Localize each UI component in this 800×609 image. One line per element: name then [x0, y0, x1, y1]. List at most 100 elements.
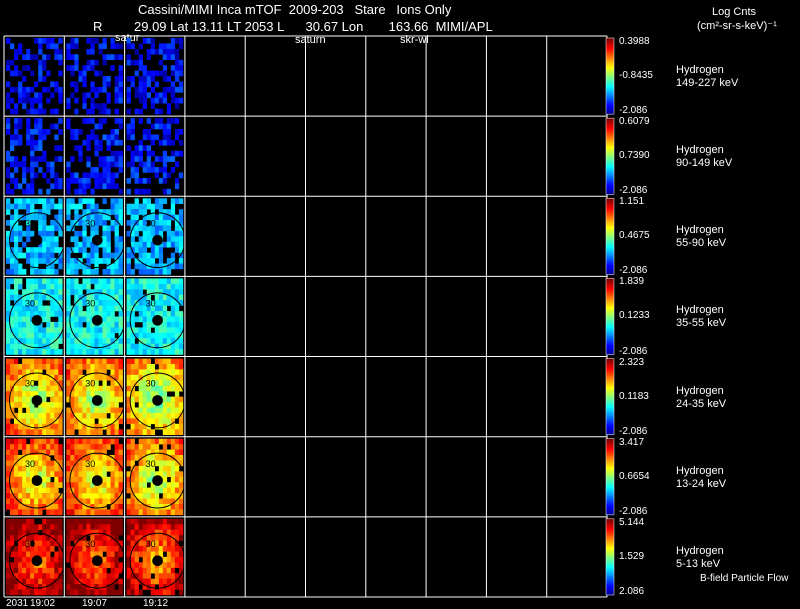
planet-disc — [91, 555, 103, 567]
image-cell-4-2: 30 — [126, 358, 186, 435]
ion-label: Hydrogen 5-13 keV — [676, 545, 724, 571]
colorbar-max: 5.144 — [619, 516, 645, 528]
ion-species: Hydrogen — [676, 304, 724, 317]
image-cell-6-1: 30 — [66, 518, 126, 596]
ring-label: 30 — [85, 539, 95, 549]
colorbar-mid: -0.8435 — [619, 70, 653, 82]
footer-note: B-field Particle Flow — [700, 573, 789, 584]
ion-species: Hydrogen — [676, 144, 724, 157]
image-cell-6-2: 30 — [126, 518, 186, 596]
energy-range: 35-55 keV — [676, 317, 727, 330]
image-cell-4-0: 30 — [6, 358, 65, 435]
image-cell-1-1 — [66, 118, 123, 195]
planet-disc — [91, 234, 103, 246]
colorbar-segment — [606, 64, 614, 67]
planet-disc — [152, 314, 163, 326]
planet-disc — [152, 475, 163, 486]
ring-label: 30 — [25, 539, 35, 549]
planet-disc — [152, 555, 163, 567]
ring-label: 30 — [146, 459, 156, 469]
image-cell-2-2: 30 — [126, 198, 186, 275]
colorbar-segment — [606, 348, 614, 352]
colorbar-max: 2.323 — [619, 356, 645, 368]
colorbar-segment — [606, 465, 614, 468]
colorbar-max: 0.6079 — [619, 116, 650, 128]
colorbar-max: 3.417 — [619, 436, 645, 448]
image-cell-0-0 — [6, 38, 63, 115]
energy-range: 90-149 keV — [676, 157, 733, 170]
image-cell-2-0: 30 — [6, 198, 65, 275]
colorbar-min: -2.086 — [619, 265, 648, 277]
planet-disc — [91, 475, 103, 486]
ion-label: Hydrogen 55-90 keV — [676, 224, 726, 250]
colorbar-mid: 0.6654 — [619, 470, 650, 482]
colorbar-mid: 0.7390 — [619, 150, 650, 162]
image-cell-3-0: 30 — [6, 278, 65, 355]
image-cell-1-2 — [126, 118, 184, 195]
colorbar-min: -2.086 — [619, 105, 648, 117]
ring-label: 30 — [25, 299, 35, 309]
ring-label: 30 — [25, 218, 35, 228]
ion-label: Hydrogen 90-149 keV — [676, 144, 732, 170]
colorbar-min: -2.086 — [619, 505, 648, 517]
colorbar-min: -2.086 — [619, 345, 648, 357]
planet-disc — [31, 555, 43, 567]
colorbar-max: 1.151 — [619, 196, 645, 208]
planet-disc — [152, 395, 163, 406]
ion-species: Hydrogen — [676, 384, 724, 397]
image-cell-1-0 — [6, 118, 63, 195]
energy-range: 55-90 keV — [676, 237, 727, 250]
image-cell-0-1 — [66, 38, 123, 115]
image-cell-5-2: 30 — [126, 438, 186, 516]
planet-disc — [91, 314, 103, 326]
ring-label: 30 — [146, 299, 156, 309]
time-label-0: 2031 — [6, 598, 29, 609]
image-cell-6-0: 30 — [6, 518, 65, 596]
ion-label: Hydrogen 13-24 keV — [676, 465, 726, 491]
colorbar-mid: 0.1183 — [619, 390, 649, 402]
colorbar-segment — [606, 522, 614, 525]
ring-label: 30 — [25, 379, 35, 389]
image-cell-3-1: 30 — [66, 278, 126, 355]
image-cell-5-1: 30 — [66, 438, 126, 516]
planet-disc — [152, 234, 163, 246]
colorbar-min: -2.086 — [619, 425, 648, 437]
planet-disc — [31, 234, 43, 246]
colorbar-segment — [606, 293, 614, 296]
image-cell-4-1: 30 — [66, 358, 126, 435]
image-cell-3-2: 30 — [126, 278, 186, 355]
energy-range: 24-35 keV — [676, 397, 727, 410]
planet-disc — [31, 314, 43, 326]
time-label-3: 19:12 — [143, 598, 169, 609]
colorbar-max: 1.839 — [619, 276, 645, 288]
image-cell-5-0: 30 — [6, 438, 65, 516]
colorbar-segment — [606, 577, 614, 581]
colorbar-segment — [606, 121, 614, 125]
ion-species: Hydrogen — [676, 224, 724, 237]
ion-label: Hydrogen 24-35 keV — [676, 385, 726, 411]
ring-label: 30 — [85, 299, 95, 309]
ion-species: Hydrogen — [676, 544, 724, 557]
colorbar-min: -2.086 — [619, 185, 648, 197]
ring-label: 30 — [146, 539, 156, 549]
colorbar-segment — [606, 177, 614, 180]
colorbar-mid: 0.1233 — [619, 310, 650, 322]
ring-label: 30 — [146, 379, 156, 389]
colorbar-mid: 0.4675 — [619, 230, 650, 242]
planet-disc — [31, 475, 43, 486]
colorbar-min: 2.086 — [619, 585, 645, 597]
image-cell-0-2 — [126, 38, 184, 115]
time-label-1: 19:02 — [30, 598, 56, 609]
energy-range: 5-13 keV — [676, 557, 721, 570]
ion-species: Hydrogen — [676, 64, 724, 77]
planet-disc — [91, 395, 103, 406]
ring-label: 30 — [85, 379, 95, 389]
ion-species: Hydrogen — [676, 464, 724, 477]
ion-label: Hydrogen 149-227 keV — [676, 64, 738, 90]
colorbar-max: 0.3988 — [619, 36, 650, 47]
planet-disc — [31, 395, 43, 406]
ion-label: Hydrogen 35-55 keV — [676, 304, 726, 330]
ring-label: 30 — [146, 218, 156, 228]
ring-label: 30 — [85, 218, 95, 228]
ring-label: 30 — [85, 459, 95, 469]
